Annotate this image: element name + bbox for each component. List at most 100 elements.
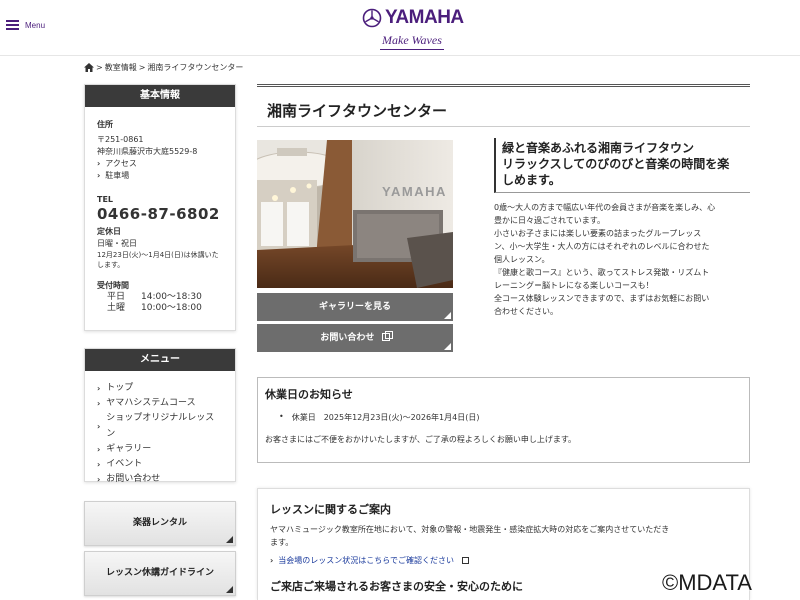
holiday-note: 12月23日(火)～1月4日(日)は休講いたします。 xyxy=(97,251,219,269)
menu-item-system-course[interactable]: › ヤマハシステムコース xyxy=(97,396,223,411)
contact-button[interactable]: お問い合わせ xyxy=(257,324,453,352)
description-line: 全コース体験レッスンできますので、まずはお気軽にお問い xyxy=(494,294,710,303)
notice-title: 休業日のお知らせ xyxy=(265,388,353,401)
menu-item-top[interactable]: › トップ xyxy=(97,381,223,396)
lead-heading: 緑と音楽あふれる湘南ライフタウン リラックスしてのびのびと音楽の時間を楽 しめま… xyxy=(494,138,750,193)
menu-item-label: ギャラリー xyxy=(106,443,152,454)
photo-sign-text: YAMAHA xyxy=(382,184,447,199)
yamaha-logo[interactable]: YAMAHA Make Waves xyxy=(362,7,466,51)
breadcrumb: > 教室情報 > 湘南ライフタウンセンター xyxy=(84,62,243,73)
lesson-status-link-label: 当会場のレッスン状況はこちらでご確認ください xyxy=(278,556,455,565)
external-link-icon xyxy=(462,557,470,564)
parking-link-label: 駐車場 xyxy=(105,171,130,180)
menu-item-contact[interactable]: › お問い合わせ xyxy=(97,472,223,487)
bullet-icon: • xyxy=(279,412,284,421)
instrument-rental-label: 楽器レンタル xyxy=(132,518,187,528)
description-line: 個人レッスン。 xyxy=(494,255,550,264)
chevron-right-icon: › xyxy=(97,399,101,409)
chevron-right-icon: › xyxy=(97,475,101,485)
hours-day: 平日 xyxy=(107,292,126,302)
hours-row-weekday: 平日 14:00～18:30 xyxy=(97,292,223,303)
menu-heading: メニュー xyxy=(85,349,235,371)
tel-number[interactable]: 0466-87-6802 xyxy=(97,207,223,222)
hours-time: 14:00～18:30 xyxy=(141,292,202,302)
chevron-right-icon: › xyxy=(270,556,274,565)
holiday-notice: 休業日のお知らせ • 休業日 2025年12月23日(火)～2026年1月4日(… xyxy=(257,377,750,463)
instrument-rental-button[interactable]: 楽器レンタル xyxy=(84,501,236,546)
lesson-info-title: レッスンに関するご案内 xyxy=(270,503,391,516)
holiday-label: 定休日 xyxy=(97,227,121,236)
menu-item-original-lesson[interactable]: › ショップオリジナルレッスン xyxy=(97,411,223,441)
menu-label: Menu xyxy=(25,20,46,30)
lesson-text-line: ヤマハミュージック教室所在地において、対象の警報・地震発生・感染症拡大時の対応を… xyxy=(270,525,670,534)
menu-item-label: ヤマハシステムコース xyxy=(106,398,196,409)
chevron-right-icon: › xyxy=(97,171,101,180)
chevron-right-icon: › xyxy=(97,460,101,470)
access-link[interactable]: › アクセス xyxy=(97,158,223,170)
notice-text: お客さまにはご不便をおかけいたしますが、ご了承の程よろしくお願い申し上げます。 xyxy=(265,435,577,444)
logo-tagline: Make Waves xyxy=(380,33,444,50)
page-title-bar: 湘南ライフタウンセンター xyxy=(257,84,750,127)
tuning-fork-logo-icon xyxy=(362,8,382,28)
corner-arrow-icon xyxy=(444,312,451,319)
breadcrumb-item-lessons[interactable]: 教室情報 xyxy=(105,62,137,73)
site-header: Menu YAMAHA Make Waves xyxy=(0,0,800,56)
menu-item-event[interactable]: › イベント xyxy=(97,457,223,472)
menu-item-label: ショップオリジナルレッスン xyxy=(106,413,215,439)
external-link-icon xyxy=(381,331,393,341)
parking-link[interactable]: › 駐車場 xyxy=(97,170,223,182)
description-line: レーニング＝脳トレになる楽しいコースも！ xyxy=(494,281,654,290)
center-description: 0歳～大人の方まで幅広い年代の会員さまが音楽を楽しみ、心 豊かに日々過ごされてい… xyxy=(494,201,750,318)
description-line: 小さいお子さまには楽しい要素の詰まったグループレッス xyxy=(494,229,702,238)
lesson-guideline-button[interactable]: レッスン休講ガイドライン xyxy=(84,551,236,596)
breadcrumb-sep: > xyxy=(96,63,103,72)
center-photo: YAMAHA xyxy=(257,140,453,288)
hamburger-icon xyxy=(6,20,19,30)
notice-item-label: 休業日 xyxy=(291,413,316,422)
basic-info-heading: 基本情報 xyxy=(85,85,235,107)
chevron-right-icon: › xyxy=(97,422,101,431)
basic-info-panel: 基本情報 住所 〒251-0861 神奈川県藤沢市大庭5529-8 › アクセス … xyxy=(84,84,236,331)
chevron-right-icon: › xyxy=(97,384,101,393)
description-line: ン、小～大学生・大人の方にはそれぞれのレベルに合わせた xyxy=(494,242,710,251)
contact-button-label: お問い合わせ xyxy=(320,333,375,343)
hours-time: 10:00～18:00 xyxy=(141,303,202,313)
menu-item-gallery[interactable]: › ギャラリー xyxy=(97,442,223,457)
menu-item-label: トップ xyxy=(106,383,134,393)
address-label: 住所 xyxy=(97,120,113,129)
corner-arrow-icon xyxy=(444,343,451,350)
gallery-button[interactable]: ギャラリーを見る xyxy=(257,293,453,321)
hours-label: 受付時間 xyxy=(97,281,129,290)
holiday-days: 日曜・祝日 xyxy=(97,239,137,248)
description-line: 豊かに日々過ごされています。 xyxy=(494,216,605,225)
lesson-status-link[interactable]: › 当会場のレッスン状況はこちらでご確認ください xyxy=(270,555,737,566)
home-icon[interactable] xyxy=(84,63,94,72)
breadcrumb-item-current: 湘南ライフタウンセンター xyxy=(147,63,244,72)
corner-arrow-icon xyxy=(226,536,233,543)
description-line: 『健康と歌コース』という、歌ってストレス発散・リズムト xyxy=(494,268,710,277)
menu-item-label: お問い合わせ xyxy=(106,474,161,485)
logo-text: YAMAHA xyxy=(385,7,464,28)
watermark: ©MDATA xyxy=(662,570,752,595)
lead-line: リラックスしてのびのびと音楽の時間を楽 xyxy=(502,157,730,171)
menu-button[interactable]: Menu xyxy=(6,20,45,30)
access-link-label: アクセス xyxy=(105,159,137,168)
chevron-right-icon: › xyxy=(97,159,101,168)
chevron-right-icon: › xyxy=(97,444,101,454)
corner-arrow-icon xyxy=(226,586,233,593)
lesson-text-line: ます。 xyxy=(270,538,294,547)
lesson-info-text: ヤマハミュージック教室所在地において、対象の警報・地震発生・感染症拡大時の対応を… xyxy=(270,523,737,549)
lesson-guideline-label: レッスン休講ガイドライン xyxy=(105,568,214,578)
hours-row-saturday: 土曜 10:00～18:00 xyxy=(97,303,223,314)
hours-day: 土曜 xyxy=(107,303,126,313)
page-title: 湘南ライフタウンセンター xyxy=(267,102,448,120)
menu-panel: メニュー › トップ › ヤマハシステムコース › ショップオリジナルレッスン › ギャ… xyxy=(84,348,236,484)
lead-line: しめます。 xyxy=(502,173,561,187)
gallery-button-label: ギャラリーを見る xyxy=(318,302,391,312)
lead-line: 緑と音楽あふれる湘南ライフタウン xyxy=(502,141,695,155)
description-line: 合わせください。 xyxy=(494,307,558,316)
breadcrumb-sep: > xyxy=(138,63,146,72)
postal-code: 〒251-0861 xyxy=(97,135,144,144)
menu-item-label: イベント xyxy=(106,459,143,470)
notice-item-value: 2025年12月23日(火)～2026年1月4日(日) xyxy=(323,413,480,422)
